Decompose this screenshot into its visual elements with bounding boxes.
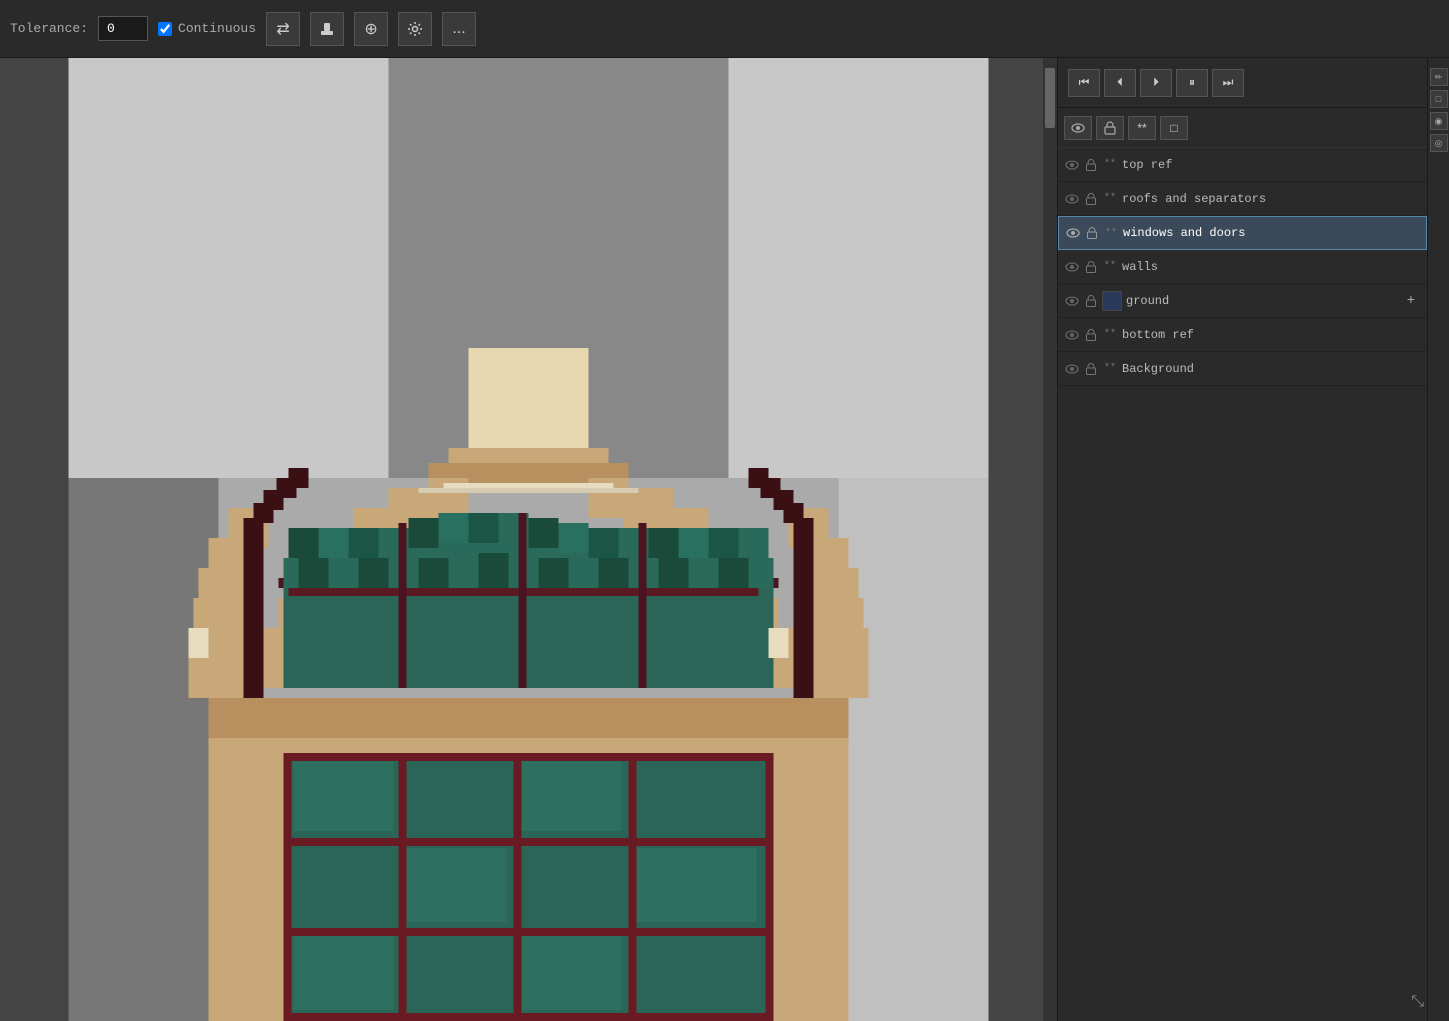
layer-row[interactable]: ** bottom ref <box>1058 318 1427 352</box>
layer-link-icon: ** <box>1102 157 1118 173</box>
layer-row[interactable]: ** walls <box>1058 250 1427 284</box>
layer-link-icon: ** <box>1102 259 1118 275</box>
layer-link-icon: ** <box>1102 327 1118 343</box>
layer-thumbnail <box>1102 291 1122 311</box>
layer-lock-btn[interactable] <box>1096 116 1124 140</box>
timeline-pause-btn[interactable]: ⏸ <box>1176 69 1208 97</box>
edge-tool-2[interactable]: □ <box>1430 90 1448 108</box>
transform-btn[interactable]: ⇄ <box>266 12 300 46</box>
layer-visibility-icon[interactable] <box>1064 259 1080 275</box>
tolerance-input[interactable] <box>98 16 148 41</box>
layer-lock-icon[interactable] <box>1084 158 1098 172</box>
main-layout: ⏮ ⏴ ⏵ ⏸ ⏭ ** □ <box>0 58 1449 1021</box>
layer-link-icon: ** <box>1103 225 1119 241</box>
layer-lock-icon[interactable] <box>1084 192 1098 206</box>
edge-tool-4[interactable]: ◎ <box>1430 134 1448 152</box>
timeline-first-btn[interactable]: ⏮ <box>1068 69 1100 97</box>
layer-eye-btn[interactable] <box>1064 116 1092 140</box>
layer-lock-icon[interactable] <box>1084 260 1098 274</box>
crosshair-btn[interactable]: ⊕ <box>354 12 388 46</box>
right-panel: ⏮ ⏴ ⏵ ⏸ ⏭ ** □ <box>1057 58 1427 1021</box>
layer-name: top ref <box>1122 158 1421 172</box>
layer-name-active: windows and doors <box>1123 226 1420 240</box>
timeline-prev-btn[interactable]: ⏴ <box>1104 69 1136 97</box>
layer-row[interactable]: ** Background <box>1058 352 1427 386</box>
layer-visibility-icon[interactable] <box>1064 327 1080 343</box>
gear-btn[interactable] <box>398 12 432 46</box>
layer-row[interactable]: ** roofs and separators <box>1058 182 1427 216</box>
layers-panel: ** top ref ** roofs an <box>1058 148 1427 1021</box>
stamp-btn[interactable] <box>310 12 344 46</box>
layer-name: walls <box>1122 260 1421 274</box>
layer-link-icon: ** <box>1102 191 1118 207</box>
timeline-last-btn[interactable]: ⏭ <box>1212 69 1244 97</box>
layer-visibility-icon[interactable] <box>1064 191 1080 207</box>
layer-lock-icon[interactable] <box>1084 294 1098 308</box>
timeline-play-btn[interactable]: ⏵ <box>1140 69 1172 97</box>
layer-name: ground <box>1126 294 1397 308</box>
layer-name: bottom ref <box>1122 328 1421 342</box>
timeline-controls: ⏮ ⏴ ⏵ ⏸ ⏭ <box>1058 58 1427 108</box>
layer-row[interactable]: ** top ref <box>1058 148 1427 182</box>
canvas-scrollbar[interactable] <box>1043 58 1057 1021</box>
continuous-checkbox[interactable] <box>158 22 172 36</box>
more-btn[interactable]: ... <box>442 12 476 46</box>
layer-lock-icon[interactable] <box>1085 226 1099 240</box>
layer-square-btn[interactable]: □ <box>1160 116 1188 140</box>
tolerance-label: Tolerance: <box>10 21 88 36</box>
layer-visibility-icon[interactable] <box>1064 361 1080 377</box>
layer-link-icon: ** <box>1102 361 1118 377</box>
edge-tool-1[interactable]: ✏ <box>1430 68 1448 86</box>
layer-visibility-icon[interactable] <box>1064 157 1080 173</box>
toolbar: Tolerance: Continuous ⇄ ⊕ ... <box>0 0 1449 58</box>
layer-link-btn[interactable]: ** <box>1128 116 1156 140</box>
continuous-label: Continuous <box>178 21 256 36</box>
layer-visibility-icon[interactable] <box>1064 293 1080 309</box>
layer-row-active[interactable]: ** windows and doors <box>1058 216 1427 250</box>
layer-lock-icon[interactable] <box>1084 328 1098 342</box>
right-edge-tools: ✏ □ ◉ ◎ <box>1427 58 1449 1021</box>
layer-row[interactable]: ground + <box>1058 284 1427 318</box>
bottom-right-corner-icon: ⤡ <box>1411 993 1424 1011</box>
layer-controls: ** □ <box>1058 108 1427 148</box>
edge-tool-3[interactable]: ◉ <box>1430 112 1448 130</box>
layer-name: Background <box>1122 362 1421 376</box>
layer-name: roofs and separators <box>1122 192 1421 206</box>
layer-lock-icon[interactable] <box>1084 362 1098 376</box>
scrollbar-thumb[interactable] <box>1045 68 1055 128</box>
canvas-area[interactable] <box>0 58 1057 1021</box>
layer-add-btn[interactable]: + <box>1401 291 1421 311</box>
pixel-canvas <box>0 58 1057 1021</box>
layer-visibility-icon[interactable] <box>1065 225 1081 241</box>
continuous-checkbox-area: Continuous <box>158 21 256 36</box>
